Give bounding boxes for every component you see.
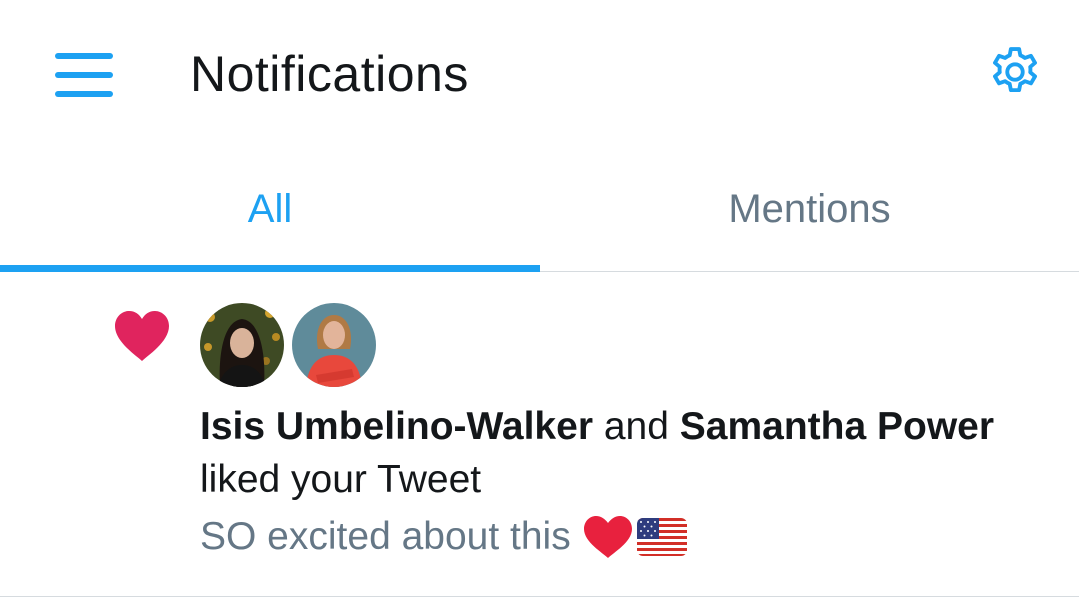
tab-mentions-label: Mentions <box>728 187 891 231</box>
avatar-isis-umbelino-walker[interactable] <box>200 303 284 387</box>
tab-all-label: All <box>247 187 293 231</box>
tab-all[interactable]: All <box>0 150 540 271</box>
user-name-1[interactable]: Isis Umbelino-Walker <box>200 405 593 448</box>
tweet-preview-text: SO excited about this <box>200 515 571 558</box>
user-name-2[interactable]: Samantha Power <box>680 405 994 448</box>
notification-tabs: All Mentions <box>0 150 1079 272</box>
notification-text: Isis Umbelino-Walker and Samantha Power … <box>200 400 1060 506</box>
active-tab-indicator <box>0 265 540 272</box>
heart-icon <box>115 311 169 361</box>
gear-icon[interactable] <box>986 43 1044 101</box>
hamburger-menu-icon[interactable] <box>55 51 113 99</box>
action-text: liked your Tweet <box>200 458 482 501</box>
app-header: Notifications <box>0 0 1079 150</box>
conjunction-text: and <box>593 405 680 448</box>
page-title: Notifications <box>190 46 469 102</box>
us-flag-emoji-icon <box>636 517 687 556</box>
avatar-samantha-power[interactable] <box>292 303 376 387</box>
tweet-preview: SO excited about this <box>200 510 687 563</box>
red-heart-emoji-icon <box>583 515 632 558</box>
tab-mentions[interactable]: Mentions <box>540 150 1079 271</box>
